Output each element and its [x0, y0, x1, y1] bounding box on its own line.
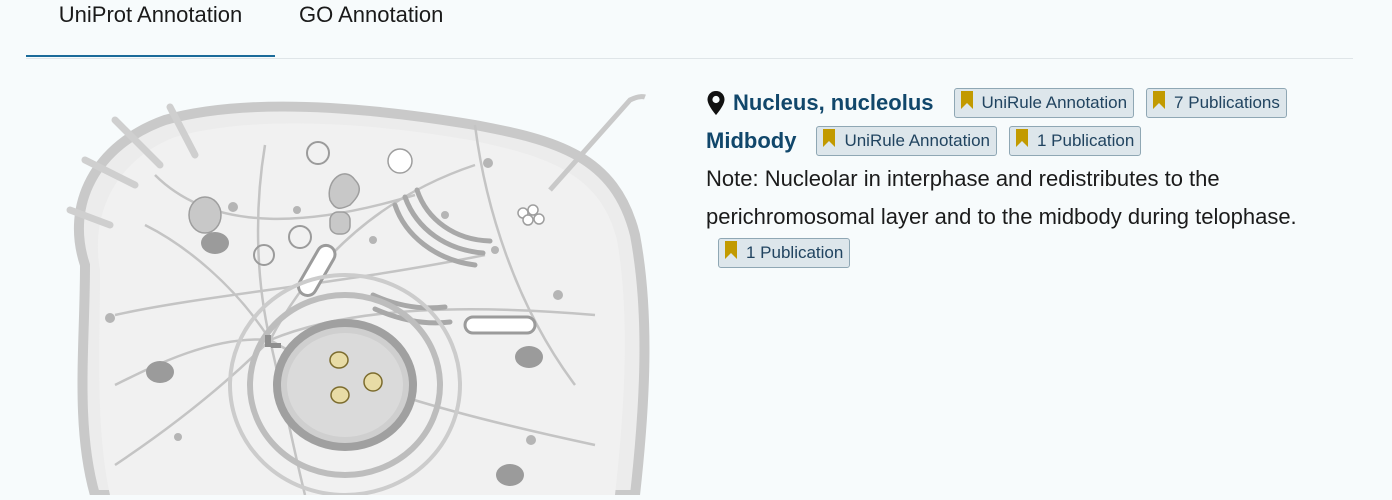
badge-label: UniRule Annotation [844, 131, 990, 150]
evidence-badge[interactable]: 1 Publication [1008, 126, 1142, 156]
evidence-badge[interactable]: 7 Publications [1146, 88, 1287, 118]
location-row-nucleolus: Nucleus, nucleolus UniRule Annotation 7 … [706, 84, 1366, 122]
tab-go-annotation[interactable]: GO Annotation [299, 0, 443, 57]
evidence-badge[interactable]: 1 Publication [718, 238, 851, 268]
bookmark-icon [960, 91, 973, 109]
evidence-badge[interactable]: UniRule Annotation [816, 126, 997, 156]
location-row-midbody: Midbody UniRule Annotation 1 Publication [706, 122, 1366, 160]
location-name: Nucleus, nucleolus [733, 90, 934, 115]
subcellular-locations: Nucleus, nucleolus UniRule Annotation 7 … [706, 84, 1366, 268]
map-pin-icon [707, 91, 725, 115]
location-title[interactable]: Midbody [706, 128, 796, 154]
location-note: Note: Nucleolar in interphase and redist… [706, 166, 1297, 229]
badge-label: UniRule Annotation [981, 93, 1128, 112]
bookmark-icon [1153, 91, 1166, 109]
bookmark-icon [1015, 129, 1028, 147]
badge-label: 1 Publication [746, 243, 844, 262]
evidence-badge[interactable]: UniRule Annotation [953, 88, 1135, 118]
location-title[interactable]: Nucleus, nucleolus [706, 90, 934, 116]
badge-label: 1 Publication [1036, 131, 1135, 150]
subcellular-location-cell-image[interactable] [55, 85, 655, 500]
tab-uniprot-annotation[interactable]: UniProt Annotation [26, 0, 275, 57]
annotation-tabs: UniProt Annotation GO Annotation [26, 0, 1353, 59]
bookmark-icon [725, 241, 737, 259]
location-name: Midbody [706, 128, 797, 153]
badge-label: 7 Publications [1174, 93, 1280, 112]
note-evidence: 1 Publication [706, 238, 1366, 268]
bookmark-icon [823, 129, 836, 147]
